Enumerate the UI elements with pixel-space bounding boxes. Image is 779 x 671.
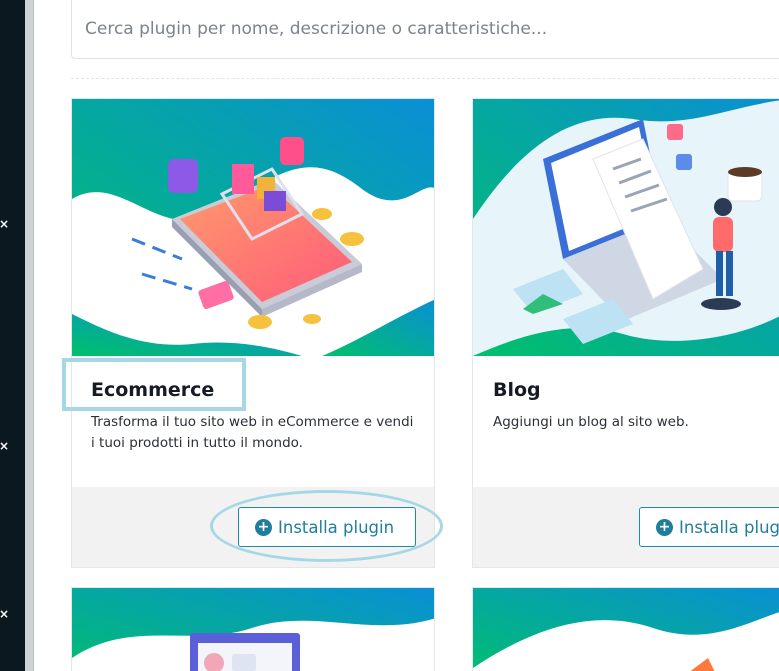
search-input[interactable] bbox=[72, 0, 779, 58]
plus-circle-icon: + bbox=[656, 518, 673, 536]
plugin-title: Blog bbox=[493, 379, 541, 401]
plugin-card-blog: Blog Aggiungi un blog al sito web. + Ins… bbox=[472, 98, 779, 568]
plugin-description: Trasforma il tuo sito web in eCommerce e… bbox=[91, 414, 414, 451]
sidebar-collapse-icon[interactable]: × bbox=[0, 218, 9, 230]
ecommerce-illustration bbox=[72, 99, 434, 356]
title-highlight bbox=[62, 358, 246, 411]
sidebar-collapse-icon[interactable]: × bbox=[0, 440, 9, 452]
plugin-search bbox=[71, 0, 779, 59]
sidebar-collapse-icon[interactable]: × bbox=[0, 608, 9, 620]
blog-illustration bbox=[473, 99, 779, 356]
plugin-illustration bbox=[473, 588, 779, 671]
divider bbox=[71, 78, 779, 79]
install-plugin-label: Installa plugin bbox=[679, 517, 779, 537]
plugin-description: Aggiungi un blog al sito web. bbox=[493, 414, 689, 430]
plugin-card bbox=[472, 587, 779, 671]
sidebar: × × × bbox=[0, 0, 25, 671]
button-highlight bbox=[210, 490, 443, 562]
plugin-illustration bbox=[72, 588, 434, 671]
sidebar-rail bbox=[25, 0, 34, 671]
install-plugin-button[interactable]: + Installa plugin bbox=[639, 507, 779, 547]
plugin-card bbox=[71, 587, 435, 671]
